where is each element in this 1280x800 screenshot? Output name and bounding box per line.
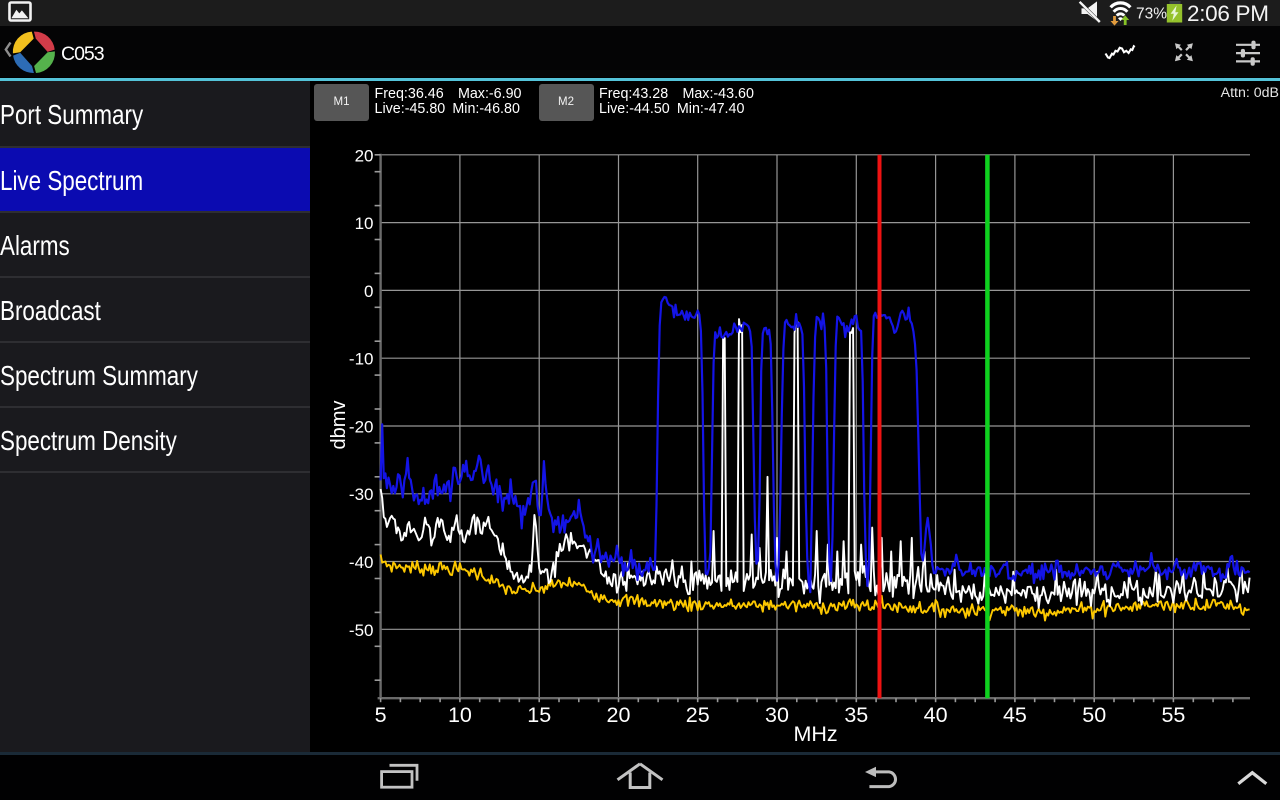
svg-text:40: 40 [924, 703, 948, 727]
svg-text:20: 20 [607, 703, 631, 727]
svg-text:C053: C053 [61, 43, 104, 65]
svg-text:55: 55 [1161, 703, 1185, 727]
svg-text:73%: 73% [1136, 6, 1167, 23]
svg-text:25: 25 [686, 703, 710, 727]
svg-text:-20: -20 [349, 418, 374, 437]
svg-text:5: 5 [375, 703, 387, 727]
svg-text:MHz: MHz [794, 722, 838, 746]
svg-text:50: 50 [1082, 703, 1106, 727]
svg-text:35: 35 [844, 703, 868, 727]
svg-text:-30: -30 [349, 485, 374, 504]
svg-text:20: 20 [355, 146, 374, 165]
svg-text:10: 10 [355, 214, 374, 233]
svg-text:30: 30 [765, 703, 789, 727]
svg-text:10: 10 [448, 703, 472, 727]
svg-text:2:06 PM: 2:06 PM [1187, 1, 1269, 26]
svg-text:dbmv: dbmv [328, 401, 350, 450]
svg-text:-40: -40 [349, 553, 374, 572]
svg-text:45: 45 [1003, 703, 1027, 727]
svg-text:-10: -10 [349, 350, 374, 369]
svg-text:0: 0 [364, 282, 373, 301]
svg-text:-50: -50 [349, 621, 374, 640]
svg-text:15: 15 [527, 703, 551, 727]
